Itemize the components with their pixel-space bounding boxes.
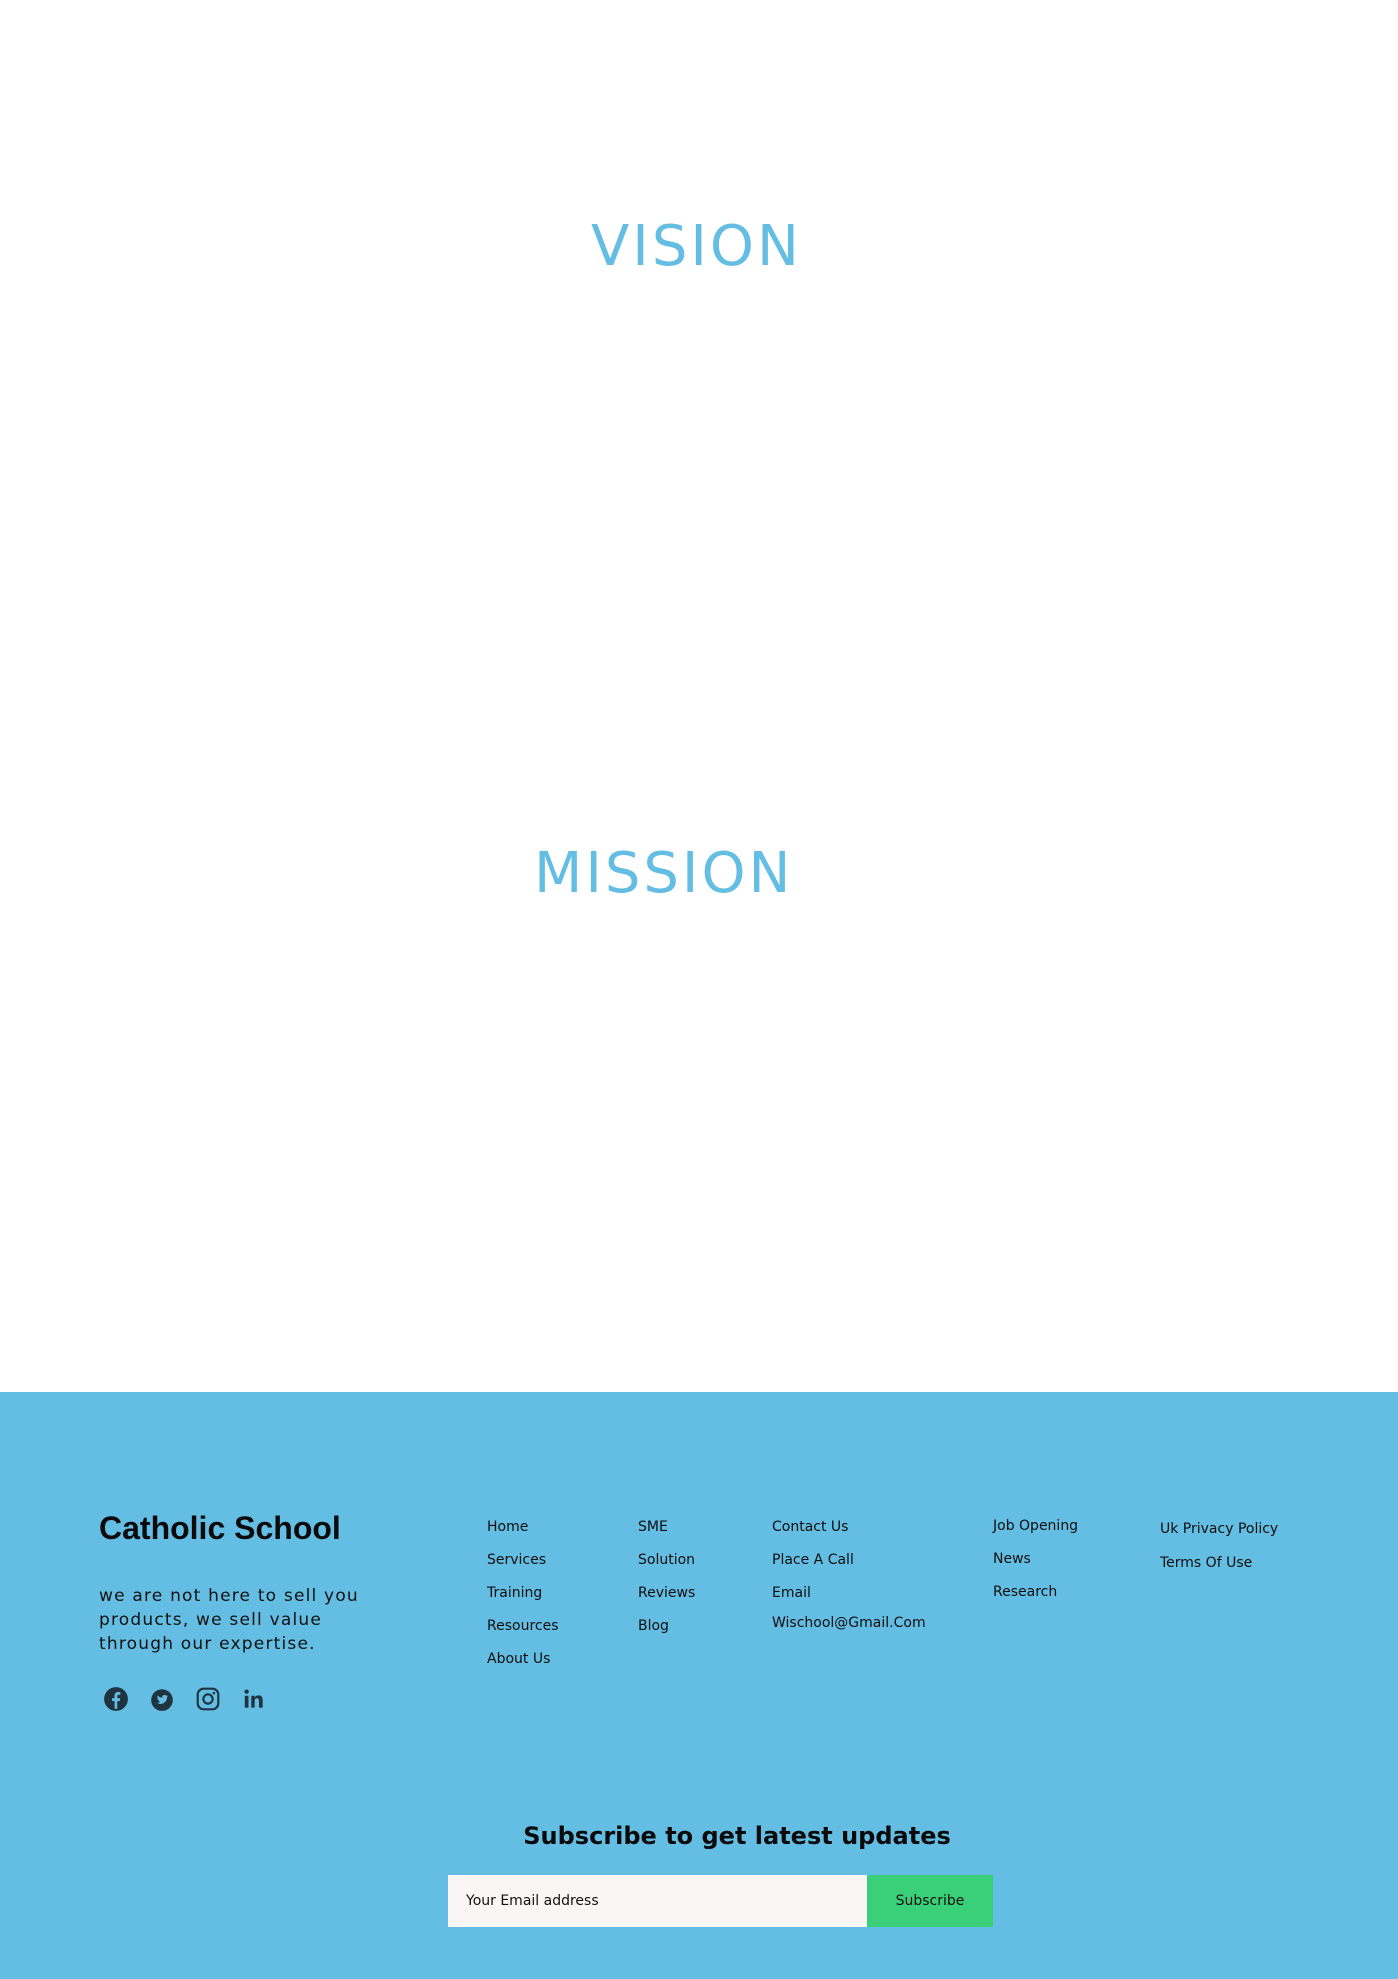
subscribe-button[interactable]: Subscribe bbox=[867, 1875, 993, 1927]
footer-links-careers: Job Opening News Research bbox=[993, 1517, 1078, 1616]
footer-link-solution[interactable]: Solution bbox=[638, 1551, 695, 1584]
footer-link-home[interactable]: Home bbox=[487, 1518, 559, 1551]
footer-link-terms-of-use[interactable]: Terms Of Use bbox=[1160, 1554, 1278, 1588]
footer-email-address[interactable]: Wischool@Gmail.Com bbox=[772, 1614, 926, 1647]
footer-link-resources[interactable]: Resources bbox=[487, 1617, 559, 1650]
social-links bbox=[102, 1685, 286, 1713]
twitter-icon[interactable] bbox=[148, 1685, 176, 1713]
footer-links-legal: Uk Privacy Policy Terms Of Use bbox=[1160, 1520, 1278, 1588]
footer-email-label: Email bbox=[772, 1585, 811, 1601]
subscribe-email-input[interactable] bbox=[448, 1875, 867, 1927]
footer-links-business: SME Solution Reviews Blog bbox=[638, 1518, 695, 1650]
footer-link-reviews[interactable]: Reviews bbox=[638, 1584, 695, 1617]
footer-link-about-us[interactable]: About Us bbox=[487, 1650, 559, 1683]
footer-link-privacy-policy[interactable]: Uk Privacy Policy bbox=[1160, 1520, 1278, 1554]
footer-links-contact: Contact Us Place A Call Email Wischool@G… bbox=[772, 1518, 926, 1647]
footer-link-services[interactable]: Services bbox=[487, 1551, 559, 1584]
subscribe-form: Subscribe bbox=[448, 1875, 993, 1927]
vision-heading: VISION bbox=[591, 214, 802, 279]
subscribe-title: Subscribe to get latest updates bbox=[523, 1822, 951, 1850]
instagram-icon[interactable] bbox=[194, 1685, 222, 1713]
footer-link-job-opening[interactable]: Job Opening bbox=[993, 1517, 1078, 1550]
brand-name: Catholic School bbox=[99, 1510, 341, 1546]
footer-link-blog[interactable]: Blog bbox=[638, 1617, 695, 1650]
footer-link-training[interactable]: Training bbox=[487, 1584, 559, 1617]
footer-link-news[interactable]: News bbox=[993, 1550, 1078, 1583]
footer-link-place-a-call[interactable]: Place A Call bbox=[772, 1551, 926, 1584]
footer-link-contact-us[interactable]: Contact Us bbox=[772, 1518, 926, 1551]
footer-link-sme[interactable]: SME bbox=[638, 1518, 695, 1551]
linkedin-icon[interactable] bbox=[240, 1685, 268, 1713]
facebook-icon[interactable] bbox=[102, 1685, 130, 1713]
mission-heading: MISSION bbox=[534, 841, 794, 906]
footer-link-research[interactable]: Research bbox=[993, 1583, 1078, 1616]
brand-tagline: we are not here to sell you products, we… bbox=[99, 1586, 359, 1654]
site-footer: Catholic School we are not here to sell … bbox=[0, 1392, 1398, 1979]
footer-links-main: Home Services Training Resources About U… bbox=[487, 1518, 559, 1683]
